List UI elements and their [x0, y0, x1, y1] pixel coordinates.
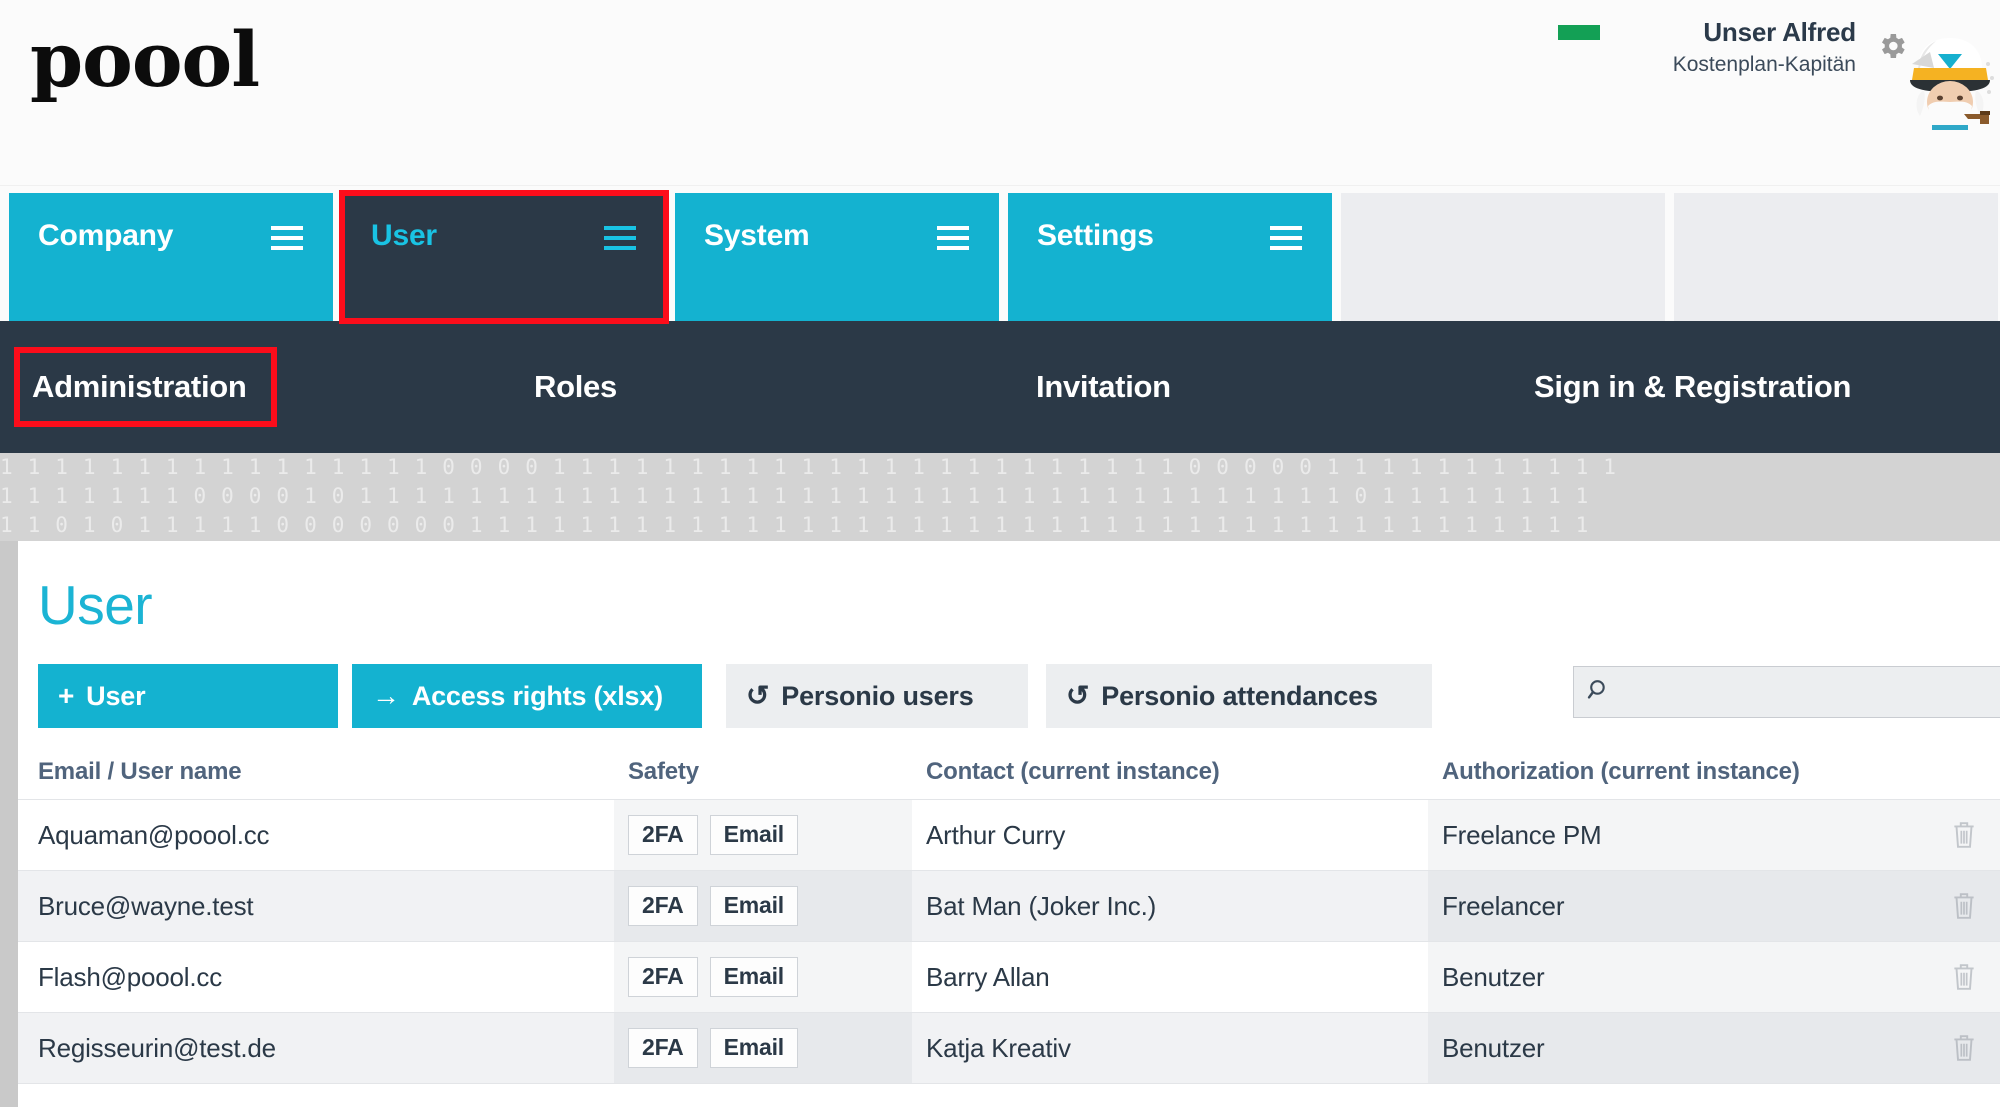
binary-texture-row: 1111111111111111000011111111111111111111…	[0, 455, 1631, 479]
app-header: poool Unser Alfred Kostenplan-Kapitän	[0, 0, 2000, 186]
cell-contact: Bat Man (Joker Inc.)	[912, 871, 1428, 942]
account-name: Unser Alfred	[1703, 17, 1856, 47]
plus-icon: +	[58, 680, 75, 711]
cell-contact: Barry Allan	[912, 942, 1428, 1013]
action-toolbar: + User → Access rights (xlsx) ↺ Personio…	[38, 664, 2000, 728]
search-icon	[1586, 677, 1611, 707]
subnav-item-roles[interactable]: Roles	[534, 369, 617, 405]
tab-system[interactable]: System	[675, 193, 999, 321]
column-header-authorization: Authorization (current instance)	[1442, 757, 1800, 785]
cell-safety: 2FA Email	[614, 942, 912, 1013]
cell-email: Regisseurin@test.de	[18, 1013, 614, 1084]
cell-delete[interactable]	[1928, 1013, 2000, 1084]
cell-contact: Arthur Curry	[912, 800, 1428, 871]
button-label: Personio attendances	[1101, 680, 1378, 711]
cell-authorization: Freelance PM	[1428, 800, 1928, 871]
access-rights-export-button[interactable]: → Access rights (xlsx)	[352, 664, 702, 728]
trash-icon[interactable]	[1951, 1033, 1977, 1063]
tab-label: Company	[38, 219, 174, 252]
safety-badge-2fa[interactable]: 2FA	[628, 815, 698, 855]
refresh-icon: ↺	[746, 680, 770, 711]
button-label: Personio users	[781, 680, 974, 711]
refresh-icon: ↺	[1066, 680, 1090, 711]
tab-placeholder-1	[1341, 193, 1665, 321]
tab-user[interactable]: User	[339, 190, 669, 324]
page-title: User	[38, 574, 153, 636]
column-header-email: Email / User name	[38, 757, 242, 785]
main-tab-bar: Company User System Settings	[0, 186, 2000, 324]
cell-authorization: Freelancer	[1428, 871, 1928, 942]
column-header-safety: Safety	[628, 757, 699, 785]
hamburger-icon[interactable]	[937, 226, 969, 250]
hamburger-icon[interactable]	[1270, 226, 1302, 250]
arrow-right-icon: →	[372, 680, 400, 711]
add-user-button[interactable]: + User	[38, 664, 338, 728]
safety-badge-email[interactable]: Email	[709, 886, 798, 926]
sub-navigation: Administration Roles Invitation Sign in …	[0, 321, 2000, 453]
cell-email: Bruce@wayne.test	[18, 871, 614, 942]
trash-icon[interactable]	[1951, 891, 1977, 921]
table-header-row: Email / User name Safety Contact (curren…	[18, 744, 2000, 800]
tab-placeholder-2	[1674, 193, 1998, 321]
cell-authorization: Benutzer	[1428, 1013, 1928, 1084]
subnav-item-invitation[interactable]: Invitation	[1036, 369, 1171, 405]
safety-badge-2fa[interactable]: 2FA	[628, 1028, 698, 1068]
hamburger-icon[interactable]	[271, 226, 303, 250]
cell-safety: 2FA Email	[614, 1013, 912, 1084]
button-label: Access rights (xlsx)	[411, 680, 663, 711]
cell-email: Aquaman@poool.cc	[18, 800, 614, 871]
users-table: Email / User name Safety Contact (curren…	[18, 744, 2000, 1084]
account-block[interactable]: Unser Alfred Kostenplan-Kapitän	[1557, 16, 1856, 78]
cell-authorization: Benutzer	[1428, 942, 1928, 1013]
subnav-item-sign-in-registration[interactable]: Sign in & Registration	[1534, 369, 1852, 405]
safety-badge-email[interactable]: Email	[709, 957, 798, 997]
tab-label: System	[704, 219, 810, 252]
captain-avatar[interactable]	[1900, 22, 2000, 130]
cell-safety: 2FA Email	[614, 800, 912, 871]
status-indicator	[1557, 25, 1600, 40]
safety-badge-2fa[interactable]: 2FA	[628, 957, 698, 997]
table-row[interactable]: Flash@poool.cc 2FA Email Barry Allan Ben…	[18, 942, 2000, 1013]
cell-delete[interactable]	[1928, 942, 2000, 1013]
cell-delete[interactable]	[1928, 871, 2000, 942]
account-role: Kostenplan-Kapitän	[1672, 52, 1856, 76]
brand-logo[interactable]: poool	[30, 22, 260, 98]
hamburger-icon[interactable]	[604, 226, 636, 250]
cell-contact: Katja Kreativ	[912, 1013, 1428, 1084]
table-row[interactable]: Bruce@wayne.test 2FA Email Bat Man (Joke…	[18, 871, 2000, 942]
trash-icon[interactable]	[1951, 962, 1977, 992]
binary-texture-row: 1111111000010111111111111111111111111111…	[0, 484, 1604, 508]
tab-settings[interactable]: Settings	[1008, 193, 1332, 321]
tab-label: User	[371, 219, 437, 252]
left-edge-strip	[0, 541, 18, 1107]
binary-texture-row: 1101011111000000011111111111111111111111…	[0, 513, 1604, 537]
search-input[interactable]	[1611, 679, 2000, 705]
tab-label: Settings	[1037, 219, 1154, 252]
personio-users-sync-button[interactable]: ↺ Personio users	[726, 664, 1028, 728]
cell-email: Flash@poool.cc	[18, 942, 614, 1013]
personio-attendances-sync-button[interactable]: ↺ Personio attendances	[1046, 664, 1432, 728]
safety-badge-2fa[interactable]: 2FA	[628, 886, 698, 926]
search-box[interactable]	[1573, 666, 2000, 718]
safety-badge-email[interactable]: Email	[709, 1028, 798, 1068]
subnav-item-administration[interactable]: Administration	[14, 347, 277, 427]
button-label: User	[86, 680, 146, 711]
table-row[interactable]: Aquaman@poool.cc 2FA Email Arthur Curry …	[18, 800, 2000, 871]
cell-safety: 2FA Email	[614, 871, 912, 942]
content-card: User + User → Access rights (xlsx) ↺ Per…	[18, 541, 2000, 1107]
trash-icon[interactable]	[1951, 820, 1977, 850]
table-row[interactable]: Regisseurin@test.de 2FA Email Katja Krea…	[18, 1013, 2000, 1084]
safety-badge-email[interactable]: Email	[709, 815, 798, 855]
column-header-contact: Contact (current instance)	[926, 757, 1220, 785]
tab-company[interactable]: Company	[9, 193, 333, 321]
cell-delete[interactable]	[1928, 800, 2000, 871]
